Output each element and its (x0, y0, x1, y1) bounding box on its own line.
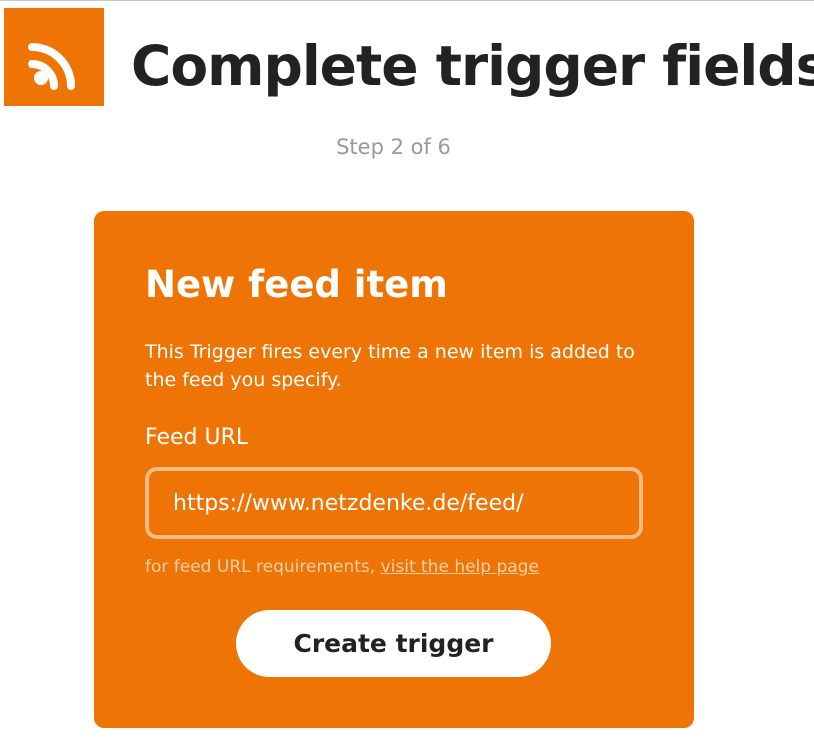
feed-url-help: for feed URL requirements, visit the hel… (145, 554, 539, 580)
feed-url-label: Feed URL (145, 425, 249, 450)
help-prefix-text: for feed URL requirements, (145, 557, 381, 577)
rss-service-logo (4, 8, 104, 106)
step-indicator: Step 2 of 6 (336, 135, 451, 159)
create-trigger-button[interactable]: Create trigger (236, 610, 551, 677)
help-page-link[interactable]: visit the help page (381, 557, 539, 577)
trigger-title: New feed item (145, 263, 448, 306)
top-divider (0, 0, 814, 1)
trigger-card: New feed item This Trigger fires every t… (94, 211, 694, 728)
trigger-description: This Trigger fires every time a new item… (145, 341, 635, 391)
rss-feed-icon (28, 43, 75, 90)
page-title: Complete trigger fields (131, 34, 814, 98)
feed-url-input[interactable] (145, 467, 643, 539)
